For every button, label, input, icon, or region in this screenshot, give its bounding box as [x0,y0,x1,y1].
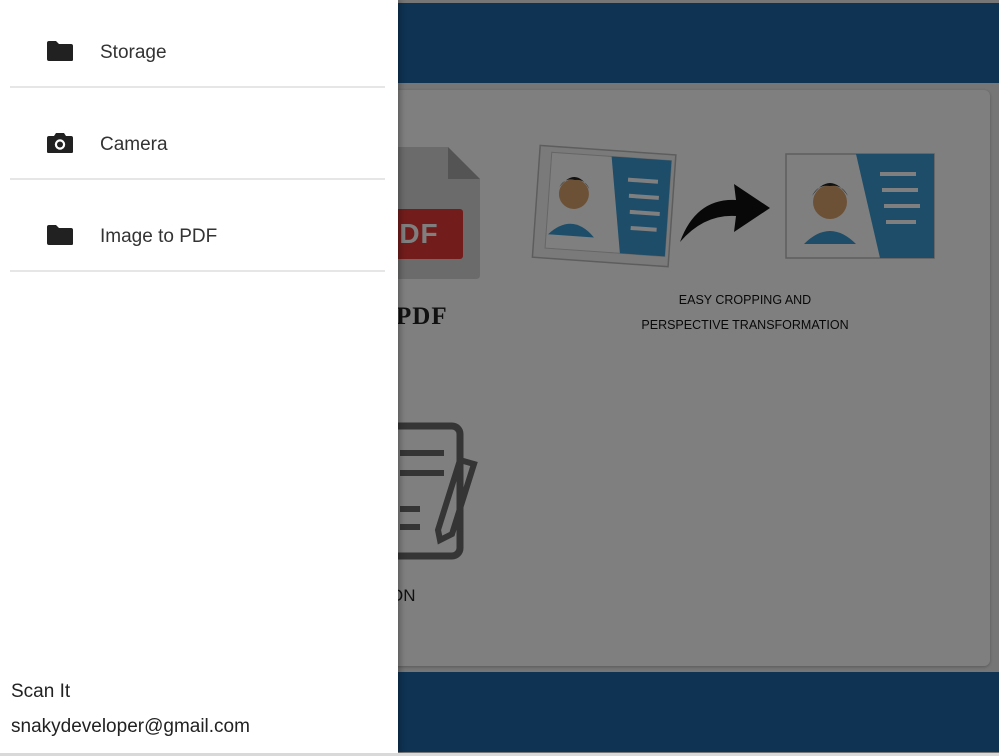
camera-icon [47,133,73,153]
drawer-app-name: Scan It [11,681,71,702]
menu-item-storage[interactable]: Storage [10,0,385,88]
folder-icon [47,41,73,61]
folder-icon [47,225,73,245]
drawer-email: snakydeveloper@gmail.com [11,716,250,737]
menu-item-label: Camera [100,134,168,155]
menu-item-image-to-pdf[interactable]: Image to PDF [10,184,385,272]
menu-item-camera[interactable]: Camera [10,92,385,180]
navigation-drawer: Storage Camera Image to PDF Scan It snak… [0,0,398,753]
menu-item-label: Storage [100,42,167,63]
menu-item-label: Image to PDF [100,226,218,247]
